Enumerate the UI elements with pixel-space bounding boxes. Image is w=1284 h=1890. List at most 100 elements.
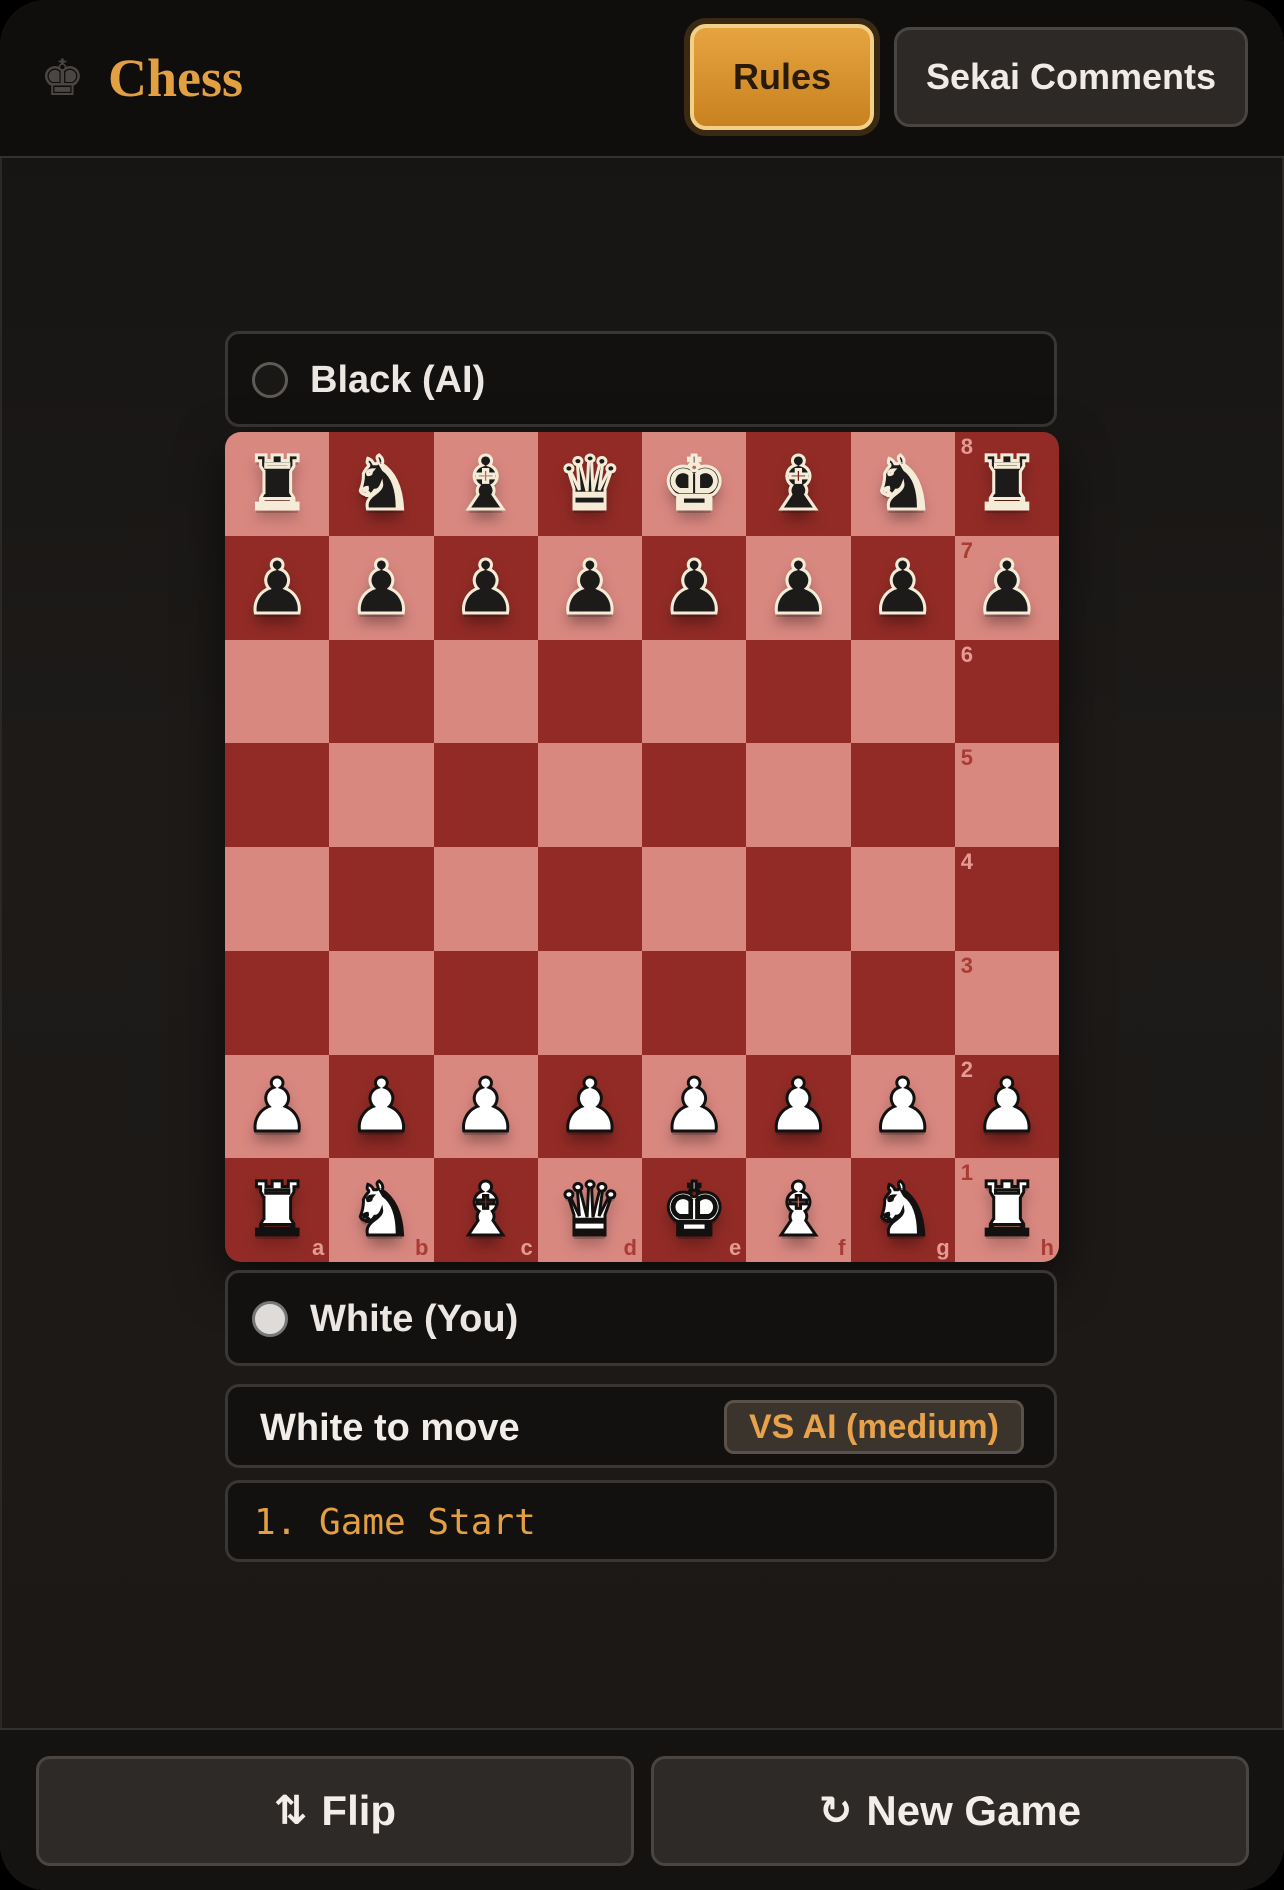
square-e7[interactable]: ♟ — [642, 535, 747, 640]
square-b5[interactable] — [329, 743, 434, 847]
square-c4[interactable] — [433, 847, 538, 951]
square-d5[interactable] — [537, 743, 642, 847]
black-knight-icon[interactable]: ♞ — [347, 445, 416, 522]
flip-board-button[interactable]: ⇅ Flip — [36, 1756, 634, 1866]
white-knight-icon[interactable]: ♞ — [868, 1172, 937, 1249]
square-c8[interactable]: ♝ — [433, 432, 538, 536]
black-bishop-icon[interactable]: ♝ — [451, 445, 520, 522]
square-g8[interactable]: ♞ — [850, 432, 955, 536]
black-queen-icon[interactable]: ♛ — [555, 445, 624, 522]
square-c5[interactable] — [433, 743, 538, 847]
square-b4[interactable] — [329, 847, 434, 951]
square-h7[interactable]: ♟ 7 — [954, 535, 1059, 640]
square-h6[interactable]: 6 — [954, 639, 1059, 744]
square-h1[interactable]: ♜ 1 h — [954, 1158, 1059, 1262]
black-pawn-icon[interactable]: ♟ — [555, 549, 624, 626]
black-rook-icon[interactable]: ♜ — [242, 445, 311, 522]
white-pawn-icon[interactable]: ♟ — [659, 1068, 728, 1145]
square-d3[interactable] — [537, 950, 642, 1055]
white-pawn-icon[interactable]: ♟ — [242, 1068, 311, 1145]
white-bishop-icon[interactable]: ♝ — [764, 1172, 833, 1249]
square-b8[interactable]: ♞ — [329, 432, 434, 536]
square-a1[interactable]: ♜ a — [225, 1158, 330, 1262]
white-pawn-icon[interactable]: ♟ — [347, 1068, 416, 1145]
sekai-comments-button[interactable]: Sekai Comments — [894, 27, 1248, 127]
square-f3[interactable] — [746, 950, 851, 1055]
black-pawn-icon[interactable]: ♟ — [972, 549, 1041, 626]
white-king-icon[interactable]: ♚ — [659, 1172, 728, 1249]
square-h4[interactable]: 4 — [954, 847, 1059, 951]
square-e2[interactable]: ♟ — [642, 1054, 747, 1159]
square-e4[interactable] — [642, 847, 747, 951]
white-pawn-icon[interactable]: ♟ — [764, 1068, 833, 1145]
square-c7[interactable]: ♟ — [433, 535, 538, 640]
square-d1[interactable]: ♛ d — [537, 1158, 642, 1262]
white-pawn-icon[interactable]: ♟ — [972, 1068, 1041, 1145]
square-b1[interactable]: ♞ b — [329, 1158, 434, 1262]
square-f6[interactable] — [746, 639, 851, 744]
square-e1[interactable]: ♚ e — [642, 1158, 747, 1262]
square-e8[interactable]: ♚ — [642, 432, 747, 536]
square-f1[interactable]: ♝ f — [746, 1158, 851, 1262]
square-g2[interactable]: ♟ — [850, 1054, 955, 1159]
white-rook-icon[interactable]: ♜ — [972, 1172, 1041, 1249]
square-b7[interactable]: ♟ — [329, 535, 434, 640]
square-a5[interactable] — [225, 743, 330, 847]
new-game-button[interactable]: ↻ New Game — [651, 1756, 1249, 1866]
black-pawn-icon[interactable]: ♟ — [659, 549, 728, 626]
square-c2[interactable]: ♟ — [433, 1054, 538, 1159]
square-h2[interactable]: ♟ 2 — [954, 1054, 1059, 1159]
square-e6[interactable] — [642, 639, 747, 744]
white-rook-icon[interactable]: ♜ — [242, 1172, 311, 1249]
square-a6[interactable] — [225, 639, 330, 744]
square-d7[interactable]: ♟ — [537, 535, 642, 640]
square-c1[interactable]: ♝ c — [433, 1158, 538, 1262]
square-a3[interactable] — [225, 950, 330, 1055]
square-d4[interactable] — [537, 847, 642, 951]
square-h8[interactable]: ♜ 8 — [954, 432, 1059, 536]
white-pawn-icon[interactable]: ♟ — [451, 1068, 520, 1145]
black-bishop-icon[interactable]: ♝ — [764, 445, 833, 522]
square-e3[interactable] — [642, 950, 747, 1055]
square-g7[interactable]: ♟ — [850, 535, 955, 640]
square-d2[interactable]: ♟ — [537, 1054, 642, 1159]
white-pawn-icon[interactable]: ♟ — [868, 1068, 937, 1145]
square-a4[interactable] — [225, 847, 330, 951]
square-a2[interactable]: ♟ — [225, 1054, 330, 1159]
rules-button[interactable]: Rules — [690, 24, 874, 130]
black-pawn-icon[interactable]: ♟ — [451, 549, 520, 626]
square-g4[interactable] — [850, 847, 955, 951]
black-king-icon[interactable]: ♚ — [659, 445, 728, 522]
black-rook-icon[interactable]: ♜ — [972, 445, 1041, 522]
black-pawn-icon[interactable]: ♟ — [868, 549, 937, 626]
square-g5[interactable] — [850, 743, 955, 847]
white-queen-icon[interactable]: ♛ — [555, 1172, 624, 1249]
black-pawn-icon[interactable]: ♟ — [242, 549, 311, 626]
black-pawn-icon[interactable]: ♟ — [764, 549, 833, 626]
square-d8[interactable]: ♛ — [537, 432, 642, 536]
square-e5[interactable] — [642, 743, 747, 847]
square-f4[interactable] — [746, 847, 851, 951]
square-g3[interactable] — [850, 950, 955, 1055]
square-a8[interactable]: ♜ — [225, 432, 330, 536]
square-h3[interactable]: 3 — [954, 950, 1059, 1055]
square-g1[interactable]: ♞ g — [850, 1158, 955, 1262]
square-b2[interactable]: ♟ — [329, 1054, 434, 1159]
white-knight-icon[interactable]: ♞ — [347, 1172, 416, 1249]
square-c6[interactable] — [433, 639, 538, 744]
square-f2[interactable]: ♟ — [746, 1054, 851, 1159]
white-pawn-icon[interactable]: ♟ — [555, 1068, 624, 1145]
square-f5[interactable] — [746, 743, 851, 847]
square-b3[interactable] — [329, 950, 434, 1055]
white-bishop-icon[interactable]: ♝ — [451, 1172, 520, 1249]
square-f7[interactable]: ♟ — [746, 535, 851, 640]
black-knight-icon[interactable]: ♞ — [868, 445, 937, 522]
square-f8[interactable]: ♝ — [746, 432, 851, 536]
square-d6[interactable] — [537, 639, 642, 744]
square-h5[interactable]: 5 — [954, 743, 1059, 847]
square-b6[interactable] — [329, 639, 434, 744]
square-a7[interactable]: ♟ — [225, 535, 330, 640]
black-pawn-icon[interactable]: ♟ — [347, 549, 416, 626]
square-g6[interactable] — [850, 639, 955, 744]
square-c3[interactable] — [433, 950, 538, 1055]
